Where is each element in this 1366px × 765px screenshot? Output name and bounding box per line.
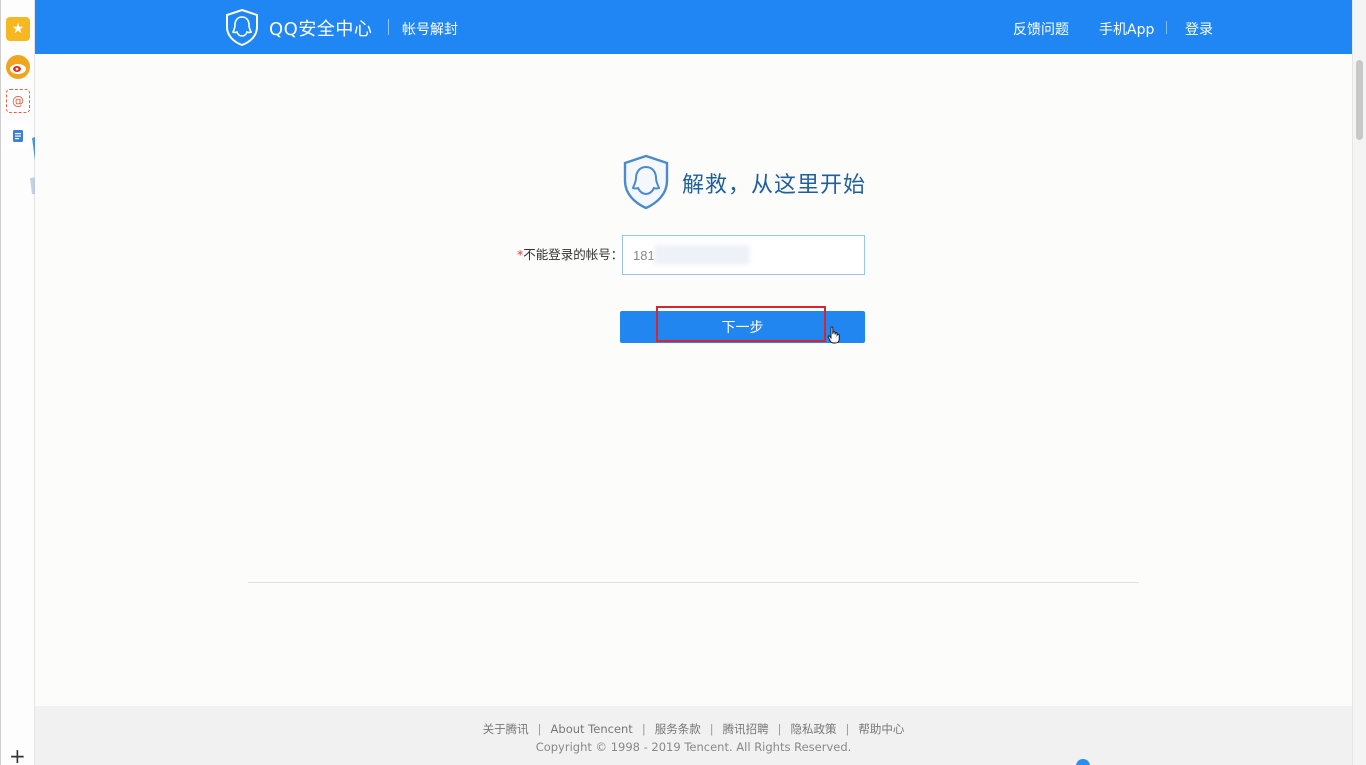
top-header: QQ安全中心 帐号解封 反馈问题 手机App 登录 (35, 0, 1352, 54)
footer-link-help[interactable]: 帮助中心 (858, 722, 904, 736)
brand-title[interactable]: QQ安全中心 (269, 15, 372, 41)
page-footer: 关于腾讯 | About Tencent | 服务条款 | 腾讯招聘 | 隐私政策 | 帮助中心 C… (35, 706, 1352, 765)
content-divider (248, 582, 1139, 583)
copyright-text: Copyright © 1998 - 2019 Tencent. All Rig… (535, 740, 852, 754)
nav-divider (1166, 21, 1167, 34)
mail-icon[interactable]: @ (6, 89, 30, 113)
floating-dot-icon[interactable] (1076, 759, 1090, 765)
footer-links: 关于腾讯 | About Tencent | 服务条款 | 腾讯招聘 | 隐私政策 | 帮助中心 (482, 722, 905, 736)
footer-link-about-tencent-cn[interactable]: 关于腾讯 (483, 722, 529, 736)
document-icon[interactable] (6, 124, 30, 148)
brand-subtitle[interactable]: 帐号解封 (402, 19, 458, 39)
main-content: 解救，从这里开始 *不能登录的帐号： 下一步 (35, 54, 1352, 706)
nav-mobile-app-link[interactable]: 手机App (1099, 19, 1154, 39)
redacted-account-mask (654, 245, 750, 265)
account-label: *不能登录的帐号： (517, 244, 623, 263)
brand-divider (388, 19, 389, 35)
footer-link-careers[interactable]: 腾讯招聘 (723, 722, 769, 736)
vertical-scrollbar[interactable] (1352, 0, 1366, 765)
scrollbar-thumb[interactable] (1356, 60, 1363, 140)
star-icon[interactable]: ★ (6, 17, 30, 41)
hand-cursor-icon (827, 326, 840, 344)
footer-link-privacy[interactable]: 隐私政策 (790, 722, 836, 736)
account-label-text: 不能登录的帐号： (523, 247, 624, 262)
weibo-icon[interactable] (6, 55, 30, 79)
plus-icon[interactable]: + (9, 746, 26, 765)
footer-link-terms[interactable]: 服务条款 (655, 722, 701, 736)
qq-shield-logo-icon[interactable] (224, 8, 260, 46)
footer-link-about-tencent-en[interactable]: About Tencent (551, 722, 633, 736)
nav-login-link[interactable]: 登录 (1185, 19, 1213, 39)
qq-shield-icon (623, 154, 669, 210)
nav-feedback-link[interactable]: 反馈问题 (1013, 19, 1069, 39)
page-title: 解救，从这里开始 (682, 173, 867, 198)
